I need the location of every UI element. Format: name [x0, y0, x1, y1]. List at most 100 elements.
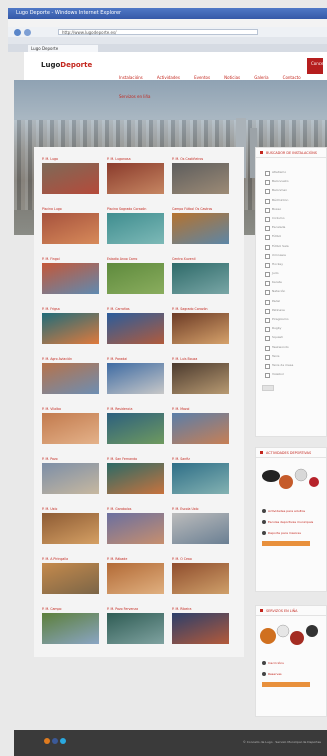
- facility-tile[interactable]: Campo Fútbol Os Castros: [172, 207, 229, 244]
- nav-item[interactable]: Actividades: [157, 75, 180, 80]
- facility-tile[interactable]: P. M. Garabolos: [107, 507, 164, 544]
- facility-photo[interactable]: [172, 263, 229, 294]
- facebook-icon[interactable]: [52, 738, 58, 744]
- facility-photo[interactable]: [107, 213, 164, 244]
- facility-tile[interactable]: P. M. Lugo: [42, 157, 99, 194]
- facility-tile[interactable]: P. M. Luis Bouza: [172, 357, 229, 394]
- facility-photo[interactable]: [42, 463, 99, 494]
- facility-tile[interactable]: P. M. Paradai: [107, 357, 164, 394]
- facility-photo[interactable]: [42, 563, 99, 594]
- facility-tile[interactable]: P. M. San Fernando: [107, 457, 164, 494]
- facility-tile[interactable]: P. M. Sagrado Corazón: [172, 307, 229, 344]
- facility-photo[interactable]: [172, 363, 229, 394]
- site-logo[interactable]: LugoDeporte: [41, 61, 92, 69]
- sport-filter-checkbox[interactable]: Baloncesto: [256, 177, 326, 186]
- facility-tile[interactable]: P. M. Sanfiz: [172, 457, 229, 494]
- nav-item[interactable]: Contacto: [283, 75, 301, 80]
- facility-photo[interactable]: [172, 163, 229, 194]
- facility-tile[interactable]: P. M. Escola Uxío: [172, 507, 229, 544]
- sport-filter-checkbox[interactable]: Rugby: [256, 324, 326, 333]
- facility-photo[interactable]: [107, 363, 164, 394]
- sport-filter-checkbox[interactable]: Padel: [256, 297, 326, 306]
- activity-link[interactable]: Deporte para maiores: [256, 531, 326, 535]
- facility-photo[interactable]: [172, 513, 229, 544]
- sport-filter-checkbox[interactable]: Judo: [256, 269, 326, 278]
- sport-filter-checkbox[interactable]: Bádminton: [256, 196, 326, 205]
- facility-photo[interactable]: [172, 463, 229, 494]
- facility-photo[interactable]: [107, 163, 164, 194]
- service-link[interactable]: Reservas: [256, 672, 326, 676]
- sport-filter-checkbox[interactable]: Natación: [256, 287, 326, 296]
- facility-photo[interactable]: [107, 413, 164, 444]
- facility-tile[interactable]: P. M. Campo: [42, 607, 99, 644]
- facility-tile[interactable]: P. M. Fingoi: [42, 257, 99, 294]
- facility-photo[interactable]: [107, 613, 164, 644]
- facility-tile[interactable]: P. M. Pazo Fervenza: [107, 607, 164, 644]
- facility-photo[interactable]: [42, 213, 99, 244]
- browser-tab[interactable]: Lugo Deporte: [28, 45, 98, 52]
- sport-filter-checkbox[interactable]: Escalada: [256, 223, 326, 232]
- facility-tile[interactable]: P. M. Agro Aviación: [42, 357, 99, 394]
- facility-tile[interactable]: P. M. O Ceao: [172, 557, 229, 594]
- activity-link[interactable]: Actividades para adultos: [256, 509, 326, 513]
- facility-photo[interactable]: [172, 313, 229, 344]
- facility-photo[interactable]: [42, 613, 99, 644]
- facility-tile[interactable]: P. M. Frigsa: [42, 307, 99, 344]
- back-icon[interactable]: [14, 29, 21, 36]
- facility-tile[interactable]: P. M. Uxío: [42, 507, 99, 544]
- facility-tile[interactable]: P. M. Vilalba: [42, 407, 99, 444]
- service-link[interactable]: Inscricións: [256, 661, 326, 665]
- sport-filter-checkbox[interactable]: Hockey: [256, 260, 326, 269]
- nav-item[interactable]: Galería: [254, 75, 268, 80]
- facility-photo[interactable]: [107, 313, 164, 344]
- activity-link[interactable]: Escolas deportivas municipais: [256, 520, 326, 524]
- sport-filter-checkbox[interactable]: Fútbol: [256, 232, 326, 241]
- sport-filter-checkbox[interactable]: Atletismo: [256, 168, 326, 177]
- facility-photo[interactable]: [107, 263, 164, 294]
- sport-filter-checkbox[interactable]: Piragüismo: [256, 315, 326, 324]
- search-button[interactable]: [262, 385, 274, 392]
- sport-filter-checkbox[interactable]: Ciclismo: [256, 214, 326, 223]
- sport-filter-checkbox[interactable]: Fútbol Sala: [256, 242, 326, 251]
- facility-tile[interactable]: P. M. Rábade: [107, 557, 164, 594]
- nav-item[interactable]: Noticias: [224, 75, 240, 80]
- facility-tile[interactable]: P. M. Mazoi: [172, 407, 229, 444]
- facility-photo[interactable]: [42, 413, 99, 444]
- sport-filter-checkbox[interactable]: Tenis: [256, 352, 326, 361]
- sport-filter-checkbox[interactable]: Voleibol: [256, 370, 326, 379]
- facility-photo[interactable]: [172, 563, 229, 594]
- facility-tile[interactable]: Piscina Lugo: [42, 207, 99, 244]
- facility-photo[interactable]: [107, 563, 164, 594]
- nav-item[interactable]: Instalacións: [119, 75, 143, 80]
- facility-photo[interactable]: [172, 213, 229, 244]
- facility-photo[interactable]: [172, 413, 229, 444]
- facility-tile[interactable]: P. M. Pazo: [42, 457, 99, 494]
- sport-filter-checkbox[interactable]: Patinaxe: [256, 306, 326, 315]
- sport-filter-checkbox[interactable]: Tenis de mesa: [256, 361, 326, 370]
- sport-filter-checkbox[interactable]: Squash: [256, 333, 326, 342]
- facility-photo[interactable]: [42, 513, 99, 544]
- forward-icon[interactable]: [24, 29, 31, 36]
- facility-photo[interactable]: [172, 613, 229, 644]
- rss-icon[interactable]: [44, 738, 50, 744]
- facility-photo[interactable]: [42, 363, 99, 394]
- facility-tile[interactable]: P. M. Os Castiñeiros: [172, 157, 229, 194]
- url-input[interactable]: http://www.lugodeporte.es/: [58, 29, 258, 35]
- twitter-icon[interactable]: [60, 738, 66, 744]
- facility-tile[interactable]: P. M. Lugonosa: [107, 157, 164, 194]
- sport-filter-checkbox[interactable]: Balonman: [256, 186, 326, 195]
- facility-tile[interactable]: Centro Xuvenil: [172, 257, 229, 294]
- facility-photo[interactable]: [42, 263, 99, 294]
- facility-photo[interactable]: [107, 513, 164, 544]
- facility-tile[interactable]: P. M. Carrañas: [107, 307, 164, 344]
- facility-tile[interactable]: P. M. A Piringalla: [42, 557, 99, 594]
- facility-tile[interactable]: Piscina Sagrado Corazón: [107, 207, 164, 244]
- all-activities-button[interactable]: [262, 541, 310, 546]
- sport-filter-checkbox[interactable]: Karate: [256, 278, 326, 287]
- sport-filter-checkbox[interactable]: Ximnasia: [256, 251, 326, 260]
- facility-tile[interactable]: P. M. Ribeira: [172, 607, 229, 644]
- facility-tile[interactable]: P. M. Residencia: [107, 407, 164, 444]
- nav-item[interactable]: Eventos: [194, 75, 210, 80]
- facility-photo[interactable]: [42, 163, 99, 194]
- facility-photo[interactable]: [107, 463, 164, 494]
